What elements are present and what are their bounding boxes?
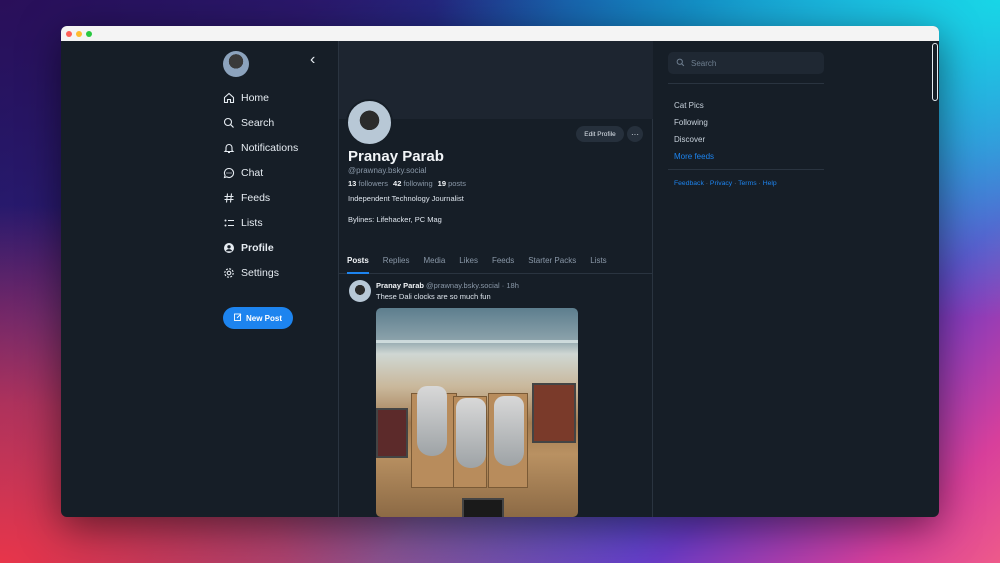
profile-tabs: Posts Replies Media Likes Feeds Starter … (339, 248, 653, 274)
tab-feeds[interactable]: Feeds (492, 248, 514, 273)
profile-icon (223, 242, 235, 254)
photo-book (462, 498, 504, 517)
title-bar (61, 26, 939, 41)
sidebar-item-chat[interactable]: Chat (223, 160, 298, 185)
chevron-left-icon[interactable]: ‹ (310, 51, 315, 69)
search-input[interactable]: Search (668, 52, 824, 74)
post-text: These Dali clocks are so much fun (376, 292, 491, 301)
chat-icon (223, 167, 235, 179)
sidebar-item-label: Profile (241, 241, 274, 254)
close-window-button[interactable] (66, 30, 72, 37)
sidebar-item-label: Notifications (241, 141, 299, 154)
new-post-label: New Post (245, 313, 282, 323)
main-nav: Home Search Notifications Chat Feeds Lis… (223, 85, 298, 285)
tab-media[interactable]: Media (423, 248, 445, 273)
post-header: Pranay Parab @prawnay.bsky.social · 18h (376, 281, 519, 290)
post-image[interactable] (376, 308, 578, 517)
main-column: Edit Profile ··· Pranay Parab @prawnay.b… (339, 41, 653, 517)
separator: · (705, 180, 709, 187)
divider (668, 169, 824, 170)
tab-lists[interactable]: Lists (590, 248, 606, 273)
tab-likes[interactable]: Likes (459, 248, 478, 273)
compose-icon (234, 313, 242, 323)
list-icon (223, 217, 235, 229)
tab-starter-packs[interactable]: Starter Packs (528, 248, 576, 273)
post-author-handle[interactable]: @prawnay.bsky.social (426, 281, 500, 290)
profile-name: Pranay Parab (348, 148, 444, 165)
post-author-name[interactable]: Pranay Parab (376, 281, 424, 290)
footer-links: Feedback · Privacy · Terms · Help (674, 180, 777, 187)
photo-shelf (376, 340, 578, 343)
profile-stats: 13 followers 42 following 19 posts (348, 179, 466, 188)
minimize-window-button[interactable] (76, 30, 82, 37)
separator: · (758, 180, 761, 187)
sidebar-item-search[interactable]: Search (223, 110, 298, 135)
sidebar-item-label: Chat (241, 166, 264, 179)
avatar[interactable] (223, 51, 249, 77)
sidebar-item-home[interactable]: Home (223, 85, 298, 110)
profile-handle: @prawnay.bsky.social (348, 166, 427, 175)
help-link[interactable]: Help (763, 180, 777, 187)
sidebar-item-profile[interactable]: Profile (223, 235, 298, 260)
photo-artwork (532, 383, 576, 443)
photo-artwork (376, 408, 408, 458)
zoom-window-button[interactable] (86, 30, 92, 37)
feed-item-discover[interactable]: Discover (674, 131, 714, 148)
photo-clock (494, 396, 524, 466)
photo-clock (417, 386, 447, 456)
search-icon (676, 58, 685, 69)
following-link[interactable]: 42 following (393, 179, 433, 188)
photo-clock (456, 398, 486, 468)
sidebar-item-settings[interactable]: Settings (223, 260, 298, 285)
sidebar-item-label: Feeds (241, 191, 271, 204)
tab-posts[interactable]: Posts (347, 248, 369, 274)
sidebar-item-label: Search (241, 116, 275, 129)
app-window: ‹ Home Search Notifications Chat Feeds L… (61, 26, 939, 517)
followers-link[interactable]: 13 followers (348, 179, 388, 188)
feedback-link[interactable]: Feedback (674, 180, 704, 187)
search-placeholder: Search (691, 58, 717, 68)
divider (668, 83, 824, 84)
more-feeds-link[interactable]: More feeds (674, 148, 714, 165)
more-options-button[interactable]: ··· (627, 126, 643, 142)
profile-bio-line: Bylines: Lifehacker, PC Mag (348, 215, 442, 224)
sidebar-item-notifications[interactable]: Notifications (223, 135, 298, 160)
sidebar-item-lists[interactable]: Lists (223, 210, 298, 235)
posts-count: 19 posts (437, 179, 467, 188)
search-icon (223, 117, 235, 129)
home-icon (223, 92, 235, 104)
profile-avatar[interactable] (346, 99, 393, 146)
hash-icon (223, 192, 235, 204)
scrollbar[interactable] (932, 43, 938, 101)
sidebar-item-label: Lists (241, 216, 263, 229)
feed-item-following[interactable]: Following (674, 114, 714, 131)
feed-list: Cat Pics Following Discover More feeds (674, 97, 714, 165)
privacy-link[interactable]: Privacy (710, 180, 732, 187)
post-author-avatar[interactable] (349, 280, 371, 302)
post-time: · 18h (501, 281, 519, 290)
left-sidebar: ‹ Home Search Notifications Chat Feeds L… (61, 41, 339, 517)
tab-replies[interactable]: Replies (383, 248, 410, 273)
sidebar-item-label: Home (241, 91, 270, 104)
profile-bio-line: Independent Technology Journalist (348, 194, 464, 203)
terms-link[interactable]: Terms (738, 180, 757, 187)
new-post-button[interactable]: New Post (223, 307, 293, 329)
right-sidebar: Search Cat Pics Following Discover More … (653, 41, 939, 517)
gear-icon (223, 267, 235, 279)
sidebar-item-label: Settings (241, 266, 279, 279)
feed-item-cat-pics[interactable]: Cat Pics (674, 97, 714, 114)
sidebar-item-feeds[interactable]: Feeds (223, 185, 298, 210)
edit-profile-button[interactable]: Edit Profile (576, 126, 624, 142)
separator: · (734, 180, 737, 187)
bell-icon (223, 142, 235, 154)
